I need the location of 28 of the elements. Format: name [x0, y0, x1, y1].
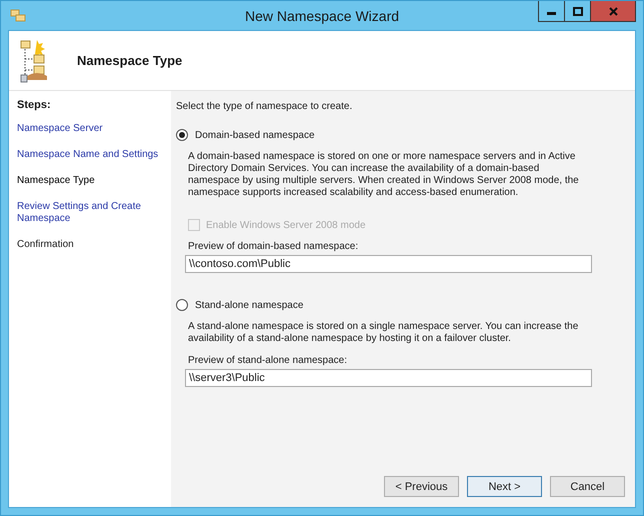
step-item: Confirmation: [17, 239, 75, 251]
option-description: A stand-alone namespace is stored on a single namespace server. You can increase the availability of a stand-alone namespace by hosting it on a failover cluster.: [188, 321, 580, 345]
page-title: Namespace Type: [77, 53, 182, 68]
wizard-button[interactable]: < Previous: [384, 476, 459, 497]
option-description: A domain-based namespace is stored on one or more namespace servers and in Active Directory Domain Services. You can increase the availability of a domain-based namespace by using multiple servers. When created in Windows Server 2008 mode, the namespace supports increased scalability and access-based enumeration.: [188, 151, 580, 199]
radio-button[interactable]: [176, 129, 188, 141]
folders-icon: [10, 7, 26, 23]
preview-label: Preview of stand-alone namespace:: [188, 355, 348, 366]
steps-heading: Steps:: [17, 99, 52, 111]
wizard-button[interactable]: Cancel: [550, 476, 625, 497]
window-title: New Namespace Wizard: [244, 8, 400, 24]
radio-button[interactable]: [176, 299, 188, 311]
step-link[interactable]: Review Settings and Create Namespace: [17, 201, 163, 225]
step-item: Namespace Type: [17, 175, 96, 187]
preview-field[interactable]: \\server3\Public: [185, 369, 592, 387]
minimize-button[interactable]: [538, 1, 565, 22]
step-link[interactable]: Namespace Name and Settings: [17, 149, 163, 161]
preview-label: Preview of domain-based namespace:: [188, 241, 360, 252]
minimize-icon: [547, 12, 556, 15]
maximize-icon: [572, 6, 582, 16]
close-icon: [608, 6, 618, 16]
instruction-text: Select the type of namespace to create.: [176, 101, 354, 112]
step-link[interactable]: Namespace Server: [17, 123, 163, 135]
preview-field[interactable]: \\contoso.com\Public: [185, 255, 592, 273]
radio-label[interactable]: Domain-based namespace: [195, 130, 315, 140]
radio-label[interactable]: Stand-alone namespace: [195, 300, 304, 310]
close-button[interactable]: [590, 1, 636, 22]
wizard-button[interactable]: Next >: [467, 476, 542, 497]
